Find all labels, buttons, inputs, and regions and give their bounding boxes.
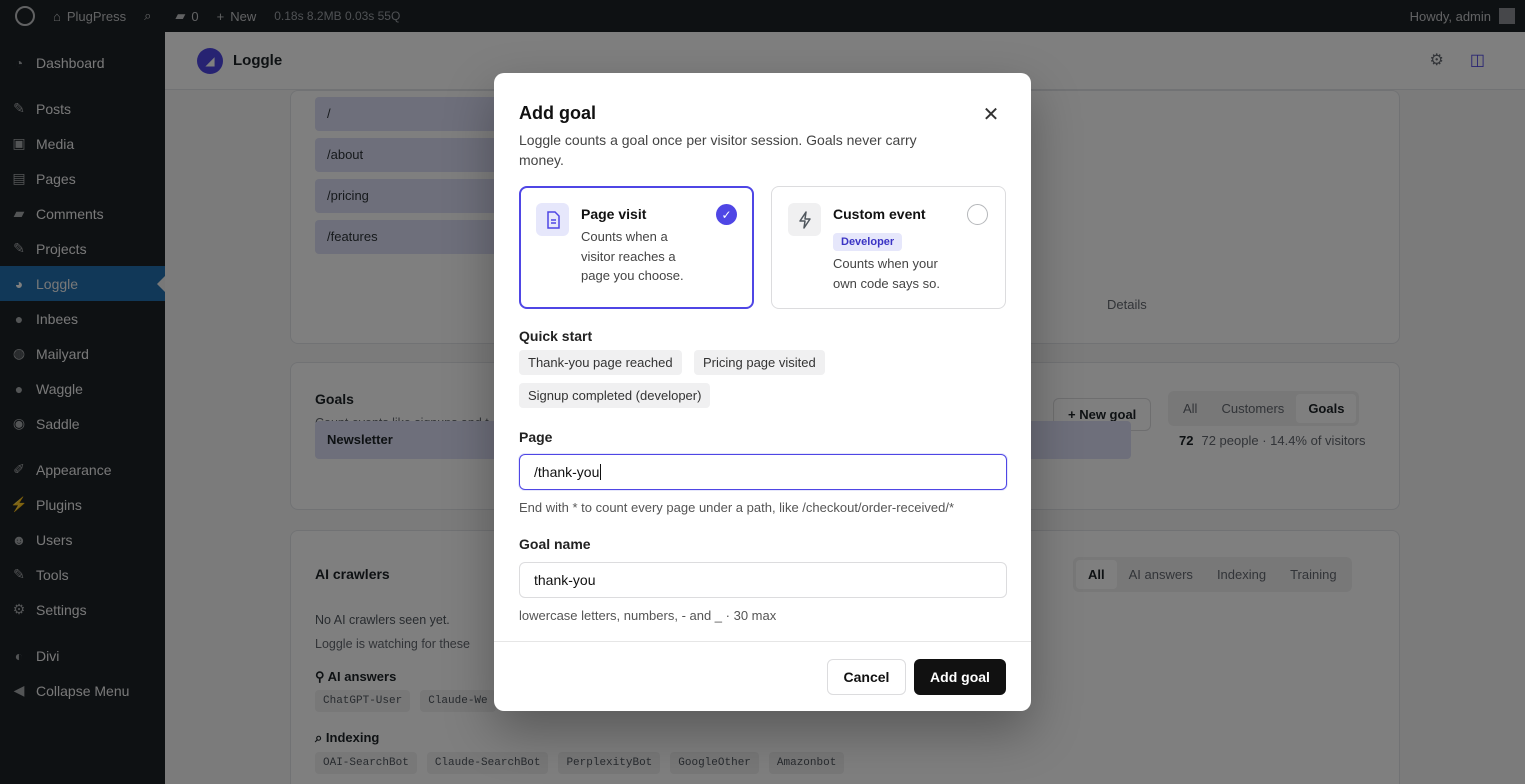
page-help: End with * to count every page under a p… [519, 500, 955, 515]
option-description: Counts when your own code says so. [833, 256, 940, 291]
quick-start-chip[interactable]: Pricing page visited [694, 350, 825, 375]
cancel-button[interactable]: Cancel [827, 659, 906, 695]
option-title: Page visit [581, 206, 647, 222]
quick-start-chip[interactable]: Thank-you page reached [519, 350, 682, 375]
checkmark-icon: ✓ [716, 204, 737, 225]
quick-start-chip[interactable]: Signup completed (developer) [519, 383, 711, 408]
close-icon: ✕ [982, 103, 1000, 126]
quick-start-label: Quick start [519, 328, 593, 344]
add-goal-dialog: Add goal ✕ Loggle counts a goal once per… [494, 73, 1031, 711]
add-goal-button[interactable]: Add goal [914, 659, 1006, 695]
option-custom-event[interactable]: Custom event Developer Counts when your … [771, 186, 1006, 309]
dialog-description: Loggle counts a goal once per visitor se… [519, 132, 917, 168]
close-button[interactable]: ✕ [980, 103, 1002, 126]
page-input[interactable]: /thank-you [519, 454, 1007, 490]
radio-button[interactable] [967, 204, 988, 225]
developer-badge: Developer [833, 233, 903, 251]
page-label: Page [519, 429, 553, 445]
text-cursor [600, 464, 602, 480]
lightning-icon [788, 203, 821, 236]
document-icon [536, 203, 569, 236]
dialog-footer: Cancel Add goal [494, 641, 1031, 711]
option-description: Counts when a visitor reaches a page you… [581, 229, 684, 283]
goal-name-input[interactable]: thank-you [519, 562, 1007, 598]
dialog-title: Add goal [519, 103, 596, 123]
option-title: Custom event [833, 206, 926, 222]
option-page-visit[interactable]: Page visit Counts when a visitor reaches… [519, 186, 754, 309]
goal-name-label: Goal name [519, 536, 591, 552]
goal-name-help: lowercase letters, numbers, - and _ · 30… [519, 608, 777, 623]
